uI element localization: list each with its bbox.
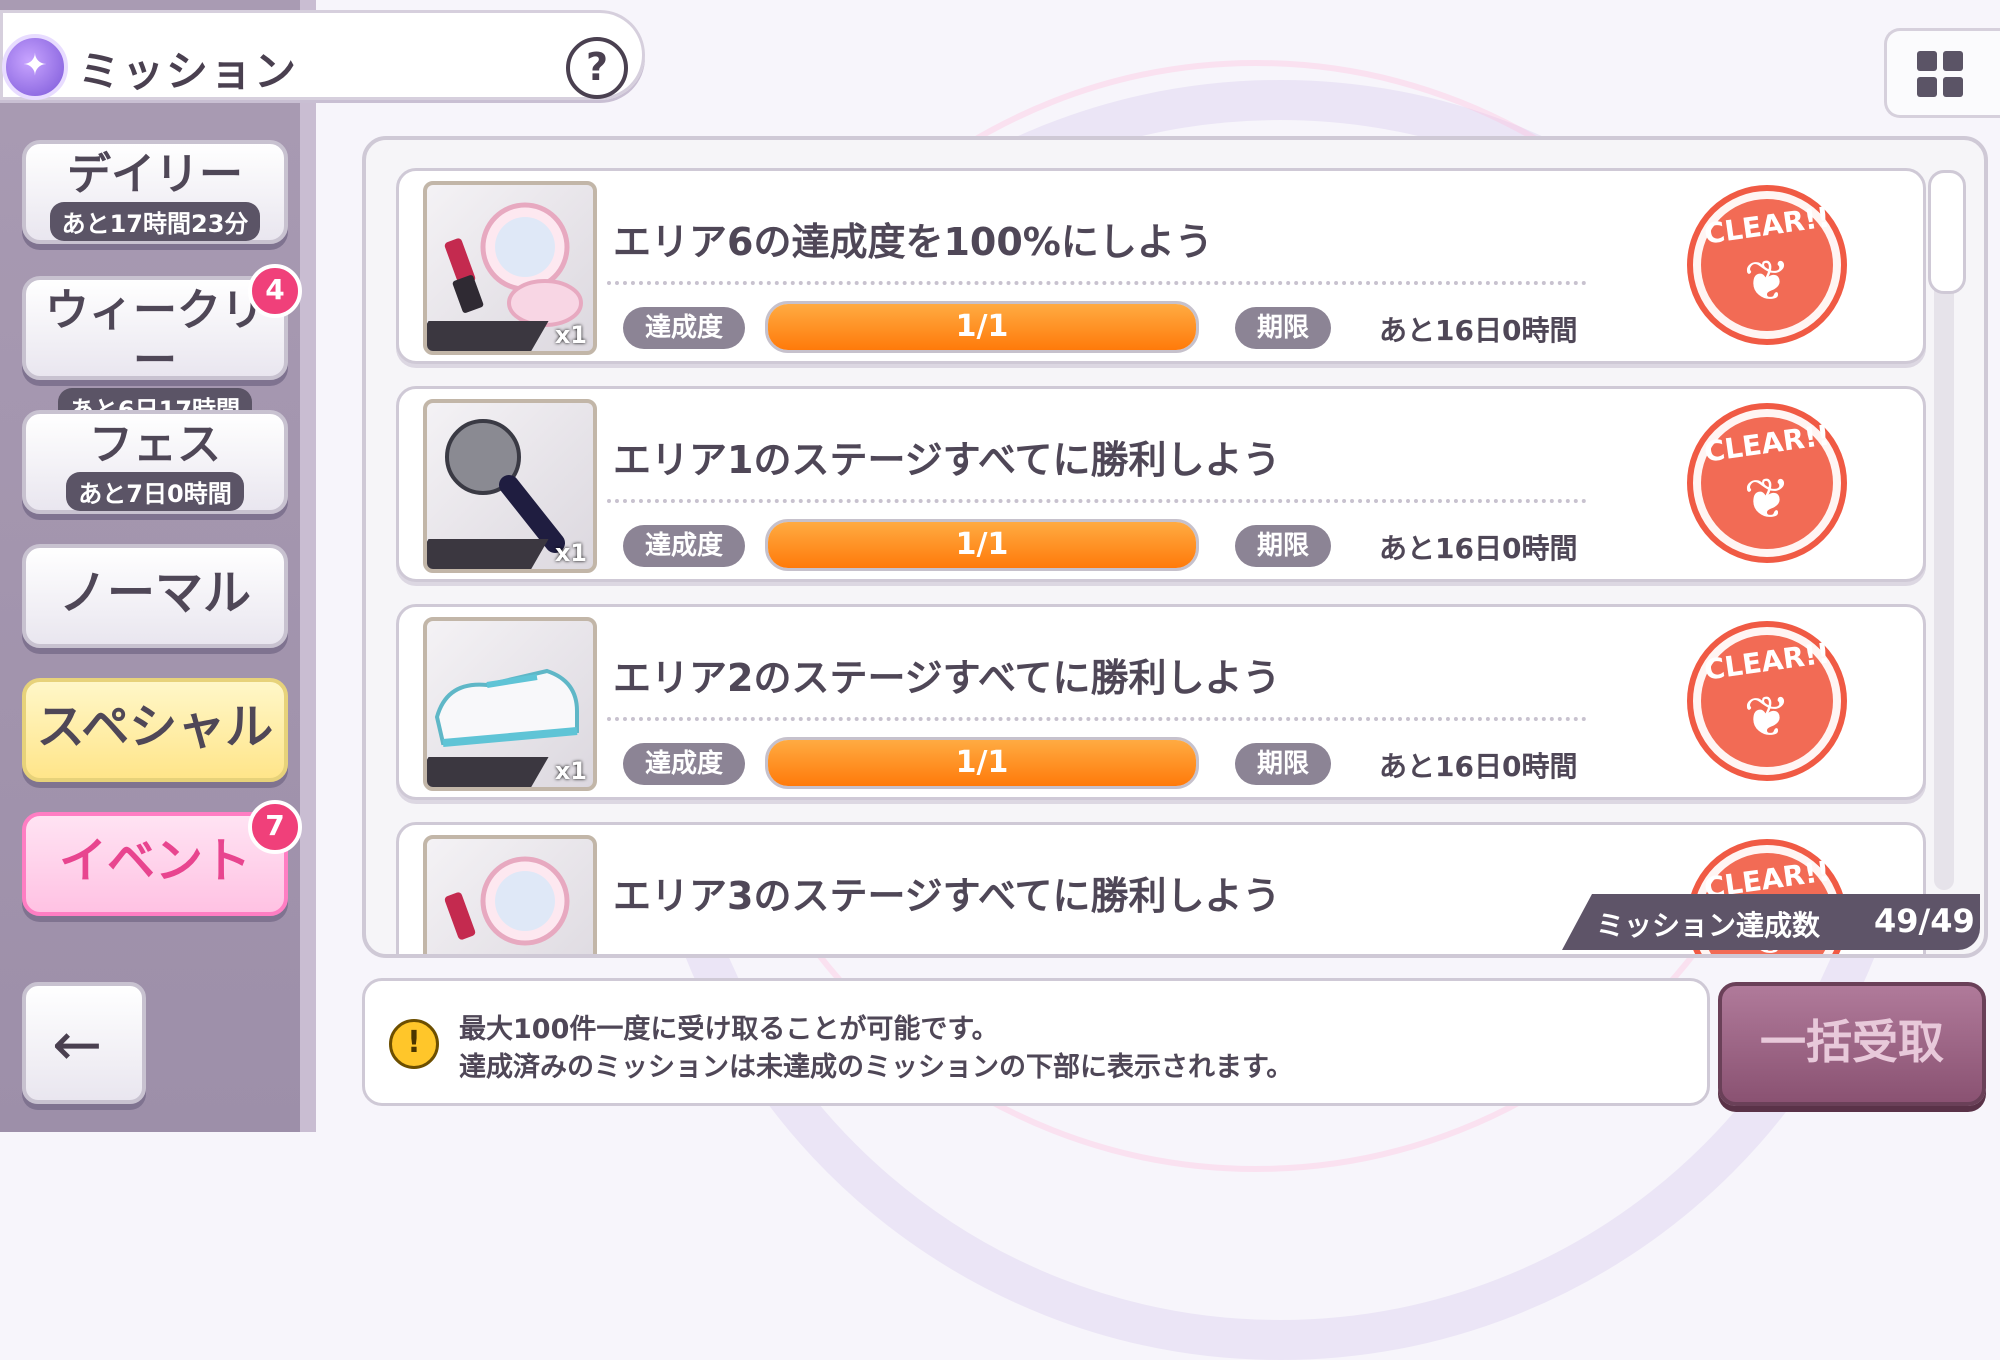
divider [607, 717, 1587, 721]
event-badge: 7 [248, 800, 302, 854]
grid-icon [1917, 77, 1937, 97]
reward-qty: x1 [554, 321, 587, 349]
tab-normal-label: ノーマル [58, 565, 251, 621]
swan-icon: ❦ [1743, 467, 1791, 532]
tab-weekly[interactable]: ウィークリー あと6日17時間 4 [22, 264, 302, 427]
clear-stamp-icon: CLEAR!! ❦ [1687, 403, 1847, 563]
reward-item-thumbnail: x1 [423, 399, 597, 573]
reward-qty: x1 [554, 539, 587, 567]
deadline-value: あと16日0時間 [1379, 314, 1578, 347]
mission-card[interactable]: x1 エリア1のステージすべてに勝利しよう 達成度 1/1 期限 あと16日0時… [396, 386, 1926, 582]
claim-all-button[interactable]: 一括受取 [1718, 982, 1986, 1106]
clear-stamp-icon: CLEAR!! ❦ [1687, 621, 1847, 781]
progress-bar: 1/1 [765, 519, 1199, 571]
progress-label: 達成度 [623, 743, 746, 785]
mission-card[interactable]: x1 エリア6の達成度を100%にしよう 達成度 1/1 期限 あと16日0時間… [396, 168, 1926, 364]
swan-icon: ❦ [1743, 685, 1791, 750]
help-button[interactable]: ? [566, 37, 628, 99]
mission-title: エリア1のステージすべてに勝利しよう [613, 438, 1281, 482]
progress-text: 1/1 [955, 745, 1009, 780]
progress-text: 1/1 [955, 527, 1009, 562]
header-bar: ✦ ミッション ? [0, 10, 645, 100]
progress-bar: 1/1 [765, 737, 1199, 789]
deadline-label: 期限 [1235, 525, 1332, 567]
info-box: ! 最大100件一度に受け取ることが可能です。 達成済みのミッションは未達成のミ… [362, 978, 1710, 1106]
mission-count-label: ミッション達成数 [1596, 909, 1821, 942]
thumbnail-base [427, 539, 549, 569]
grid-icon [1917, 51, 1937, 71]
tab-fes[interactable]: フェス あと7日0時間 [22, 410, 288, 514]
clear-stamp-icon: CLEAR!! ❦ [1687, 185, 1847, 345]
divider [607, 499, 1587, 503]
menu-grid-button[interactable] [1884, 28, 2000, 118]
thumbnail-base [427, 321, 549, 351]
progress-label: 達成度 [623, 525, 746, 567]
tab-event-label: イベント [58, 833, 251, 889]
mission-logo-icon: ✦ [2, 34, 68, 100]
deadline-label: 期限 [1235, 743, 1332, 785]
progress-label: 達成度 [623, 307, 746, 349]
info-line-2: 達成済みのミッションは未達成のミッションの下部に表示されます。 [459, 1052, 1294, 1083]
tab-weekly-label: ウィークリー [45, 285, 265, 386]
deadline-value: あと16日0時間 [1379, 750, 1578, 783]
divider [607, 281, 1587, 285]
mission-list-panel[interactable]: x1 エリア6の達成度を100%にしよう 達成度 1/1 期限 あと16日0時間… [362, 136, 1988, 958]
mission-title: エリア6の達成度を100%にしよう [613, 220, 1213, 264]
info-line-1: 最大100件一度に受け取ることが可能です。 [459, 1014, 999, 1045]
tab-fes-label: フェス [89, 419, 221, 470]
tab-fes-time: あと7日0時間 [66, 472, 244, 511]
mission-title: エリア3のステージすべてに勝利しよう [613, 874, 1281, 918]
reward-item-thumbnail: x1 [423, 181, 597, 355]
scrollbar-thumb[interactable] [1928, 170, 1966, 294]
progress-text: 1/1 [955, 309, 1009, 344]
deadline-value: あと16日0時間 [1379, 532, 1578, 565]
weekly-badge: 4 [248, 264, 302, 318]
warning-icon: ! [389, 1019, 439, 1069]
compact-mirror-icon [444, 856, 570, 946]
tab-normal[interactable]: ノーマル [22, 544, 288, 648]
tab-daily-label: デイリー [67, 149, 243, 200]
tab-special-label: スペシャル [36, 699, 274, 755]
deadline-label: 期限 [1235, 307, 1332, 349]
tab-event[interactable]: イベント 7 [22, 800, 302, 916]
tab-daily-time: あと17時間23分 [49, 202, 261, 241]
page-title: ミッション [78, 47, 299, 96]
grid-icon [1943, 51, 1963, 71]
swan-icon: ❦ [1743, 249, 1791, 314]
tab-special[interactable]: スペシャル [22, 678, 288, 782]
mission-card[interactable]: x1 エリア2のステージすべてに勝利しよう 達成度 1/1 期限 あと16日0時… [396, 604, 1926, 800]
grid-icon [1943, 77, 1963, 97]
arrow-left-icon: ← [52, 1010, 103, 1080]
reward-item-thumbnail: x1 [423, 617, 597, 791]
reward-qty: x1 [554, 757, 587, 785]
sidebar-edge [300, 0, 316, 1132]
progress-bar: 1/1 [765, 301, 1199, 353]
reward-item-thumbnail [423, 835, 597, 954]
tab-daily[interactable]: デイリー あと17時間23分 [22, 140, 288, 244]
thumbnail-base [427, 757, 549, 787]
mission-count-value: 49/49 [1874, 902, 1975, 940]
back-button[interactable]: ← [22, 982, 146, 1104]
mission-title: エリア2のステージすべてに勝利しよう [613, 656, 1281, 700]
